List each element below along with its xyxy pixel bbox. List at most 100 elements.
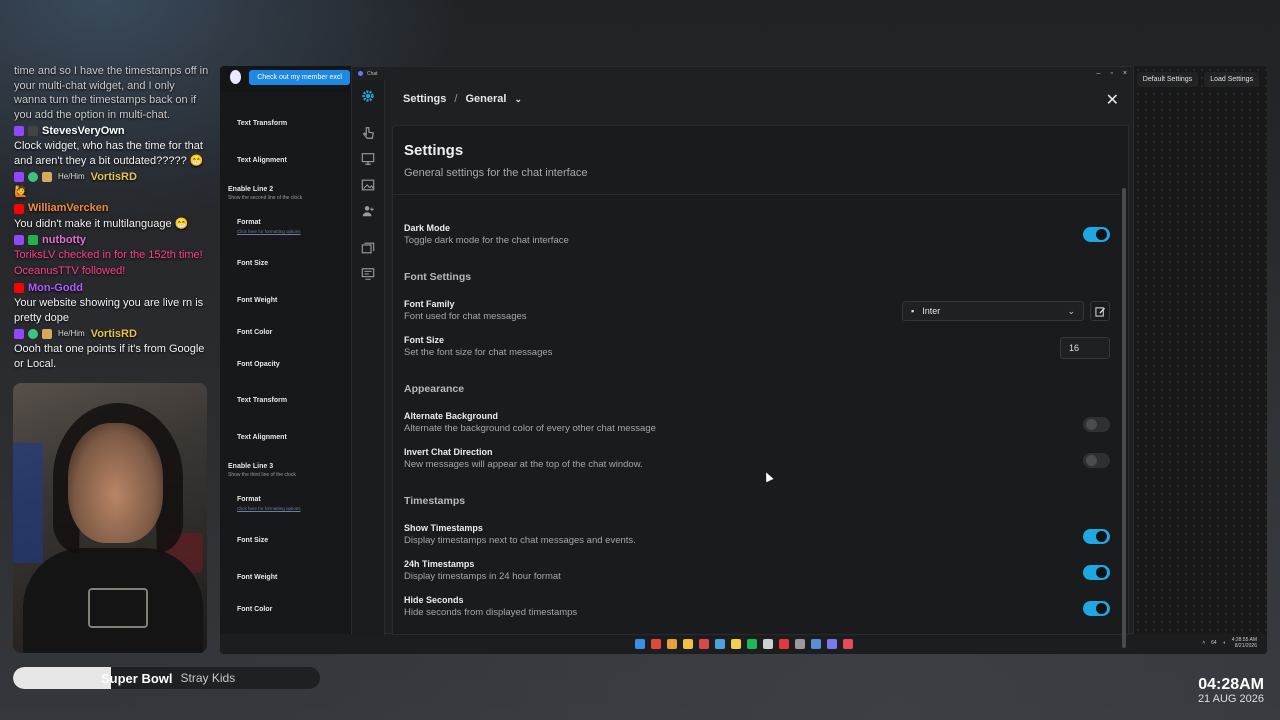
editor-toggle-line2[interactable]: Enable Line 2 Show the second line of the…	[228, 186, 302, 201]
clock-date: 21 AUG 2026	[1197, 693, 1264, 705]
webcam-feed	[13, 383, 207, 653]
setting-show-timestamps: Show Timestamps Display timestamps next …	[404, 523, 1110, 546]
formatting-link[interactable]: Click here for formatting options	[237, 506, 301, 511]
font-size-input[interactable]: 16	[1060, 337, 1110, 359]
editor-item[interactable]: Text Alignment	[237, 434, 287, 441]
song-progress-fill	[13, 667, 112, 689]
font-family-select[interactable]: ▪ Inter ⌄	[902, 301, 1084, 321]
start-icon[interactable]	[634, 639, 645, 649]
scrollbar[interactable]	[1122, 188, 1126, 648]
image-icon[interactable]	[360, 177, 376, 193]
monitor-icon[interactable]	[360, 151, 376, 167]
show-timestamps-toggle[interactable]	[1083, 529, 1110, 544]
volume-icon[interactable]: ◖	[1223, 640, 1226, 646]
browser-icon[interactable]	[666, 639, 677, 649]
default-settings-button[interactable]: Default Settings	[1136, 72, 1199, 87]
app-icon[interactable]	[794, 639, 805, 649]
clock-editor-panel: Text Transform Text Alignment Enable Lin…	[220, 92, 350, 652]
editor-item[interactable]: Text Transform	[237, 397, 287, 404]
app-logo-icon	[230, 70, 242, 84]
edit-font-button[interactable]	[1090, 301, 1110, 321]
song-artist: Stray Kids	[180, 671, 236, 685]
app-icon[interactable]	[778, 639, 789, 649]
editor-topbar: Check out my member excl	[220, 66, 350, 88]
invert-direction-toggle[interactable]	[1083, 453, 1110, 468]
setting-label: Font Size	[404, 335, 444, 345]
setting-description: Display timestamps in 24 hour format	[404, 571, 561, 582]
app-icon[interactable]	[762, 639, 773, 649]
app-icon[interactable]	[730, 639, 741, 649]
editor-item[interactable]: Font Opacity	[237, 361, 280, 368]
user-icon[interactable]	[360, 203, 376, 219]
member-button[interactable]: Check out my member excl	[249, 69, 350, 85]
folder-icon[interactable]	[682, 639, 693, 649]
app-icon[interactable]	[826, 639, 837, 649]
editor-item[interactable]: Font Size	[237, 260, 268, 267]
stream-chat-overlay: time and so I have the timestamps off in…	[10, 64, 210, 384]
editor-item[interactable]: Font Color	[237, 329, 272, 336]
chat-username: StevesVeryOwn	[42, 124, 125, 137]
setting-description: Alternate the background color of every …	[404, 423, 656, 434]
app-icon[interactable]	[810, 639, 821, 649]
window-close-icon[interactable]: ×	[1123, 70, 1127, 77]
chrome-icon[interactable]	[650, 639, 661, 649]
formatting-link[interactable]: Click here for formatting options	[237, 229, 301, 234]
minimize-icon[interactable]: –	[1097, 70, 1101, 77]
editor-item[interactable]: Text Transform	[237, 120, 287, 127]
chevron-down-icon[interactable]: ⌄	[514, 94, 522, 105]
maps-pin-icon[interactable]	[842, 639, 853, 649]
tray-misc: 64	[1211, 640, 1217, 646]
section-appearance: Appearance	[404, 383, 465, 395]
setting-alternate-background: Alternate Background Alternate the backg…	[404, 411, 1110, 434]
setting-label: Show Timestamps	[404, 523, 483, 533]
breadcrumb-current[interactable]: General	[465, 93, 506, 105]
chat-username: VortisRD	[90, 170, 137, 183]
sub-badge-icon	[42, 329, 52, 339]
twitch-icon	[14, 126, 24, 136]
breadcrumb-root[interactable]: Settings	[403, 93, 446, 105]
clock-overlay: 04:28AM 21 AUG 2026	[1198, 676, 1264, 705]
chat-user-row: WilliamVercken	[10, 201, 210, 217]
moon-icon	[1096, 229, 1107, 240]
chat-settings-window: Chat – ▫ × Settings / General ⌄ ✕ Settin…	[351, 66, 1134, 648]
maximize-icon[interactable]: ▫	[1110, 70, 1112, 77]
file-icon: ▪	[911, 306, 915, 316]
hide-seconds-toggle[interactable]	[1083, 601, 1110, 616]
editor-item[interactable]: Font Weight	[237, 297, 277, 304]
editor-item[interactable]: Font Size	[237, 537, 268, 544]
editor-item[interactable]: Format Click here for formatting options	[237, 219, 301, 234]
app-icon[interactable]	[698, 639, 709, 649]
chevron-down-icon: ⌄	[1067, 305, 1075, 316]
chat-user-row: nutbotty	[10, 232, 210, 248]
spotify-icon[interactable]	[746, 639, 757, 649]
font-family-value: Inter	[922, 306, 941, 316]
edit-icon	[1094, 306, 1105, 317]
tray-arrow-icon[interactable]: ˄	[1202, 640, 1205, 646]
setting-label: Invert Chat Direction	[404, 447, 493, 457]
section-font-settings: Font Settings	[404, 271, 472, 283]
editor-item[interactable]: Font Weight	[237, 574, 277, 581]
editor-item[interactable]: Font Color	[237, 606, 272, 613]
layers-icon[interactable]	[360, 240, 376, 256]
editor-toggle-line3[interactable]: Enable Line 3 Show the third line of the …	[228, 463, 296, 478]
setting-label: Hide Seconds	[404, 595, 464, 605]
gear-icon[interactable]	[360, 88, 376, 104]
page-title: Settings	[404, 142, 464, 159]
page-description: General settings for the chat interface	[404, 167, 588, 179]
settings-icon-rail	[352, 80, 385, 635]
app-icon[interactable]	[714, 639, 725, 649]
hand-pointer-icon[interactable]	[360, 125, 376, 141]
dark-mode-toggle[interactable]	[1083, 227, 1110, 242]
editor-item[interactable]: Text Alignment	[237, 157, 287, 164]
tray-clock[interactable]: 4:28:55 AM 8/21/2026	[1232, 637, 1257, 649]
settings-card: Settings General settings for the chat i…	[392, 125, 1129, 648]
24h-timestamps-toggle[interactable]	[1083, 565, 1110, 580]
editor-item[interactable]: Format Click here for formatting options	[237, 496, 301, 511]
preview-panel: Default Settings Load Settings	[1134, 66, 1267, 654]
breadcrumb-separator: /	[454, 93, 458, 105]
close-icon[interactable]: ✕	[1106, 90, 1119, 110]
alternate-background-toggle[interactable]	[1083, 417, 1110, 432]
chat-username: WilliamVercken	[28, 202, 109, 215]
load-settings-button[interactable]: Load Settings	[1204, 72, 1259, 87]
display-settings-icon[interactable]	[360, 266, 376, 282]
